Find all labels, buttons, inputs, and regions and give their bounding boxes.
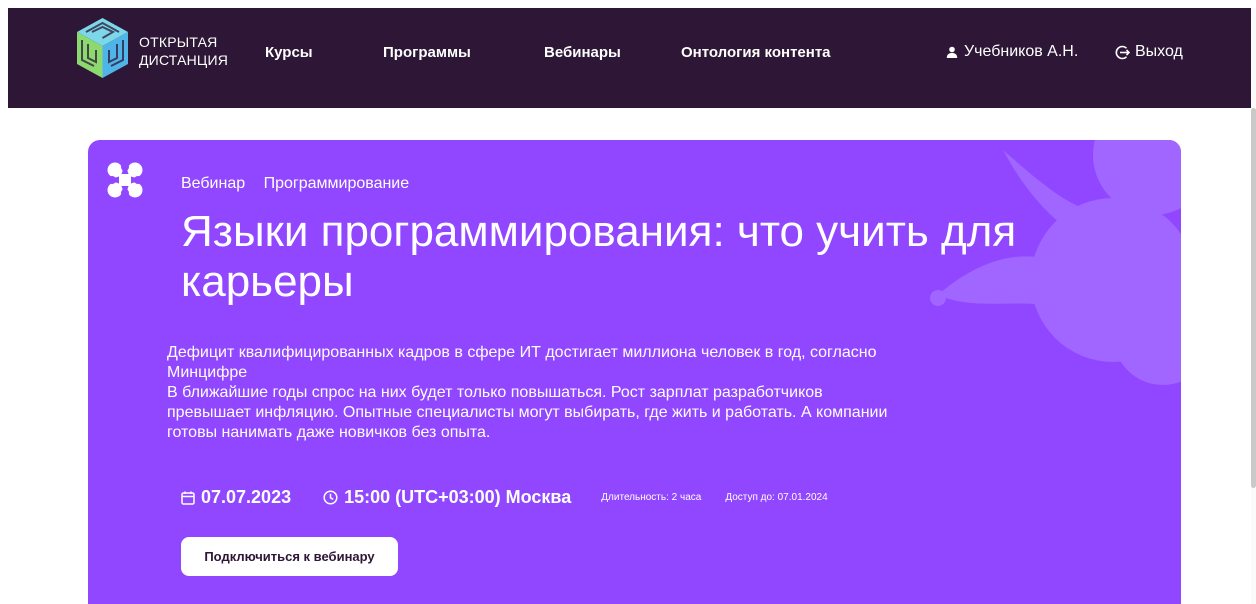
date-value: 07.07.2023 xyxy=(201,487,292,507)
webinar-time: 15:00 (UTC+03:00) Москва xyxy=(323,487,571,508)
logout-label: Выход xyxy=(1135,43,1183,60)
logo-line-1: ОТКРЫТАЯ xyxy=(139,34,218,50)
tag-category[interactable]: Программирование xyxy=(264,175,410,192)
nav-content-ontology[interactable]: Онтология контента xyxy=(681,44,831,61)
webinar-description: Дефицит квалифицированных кадров в сфере… xyxy=(167,343,907,443)
user-name: Учебников А.Н. xyxy=(964,43,1079,60)
description-paragraph-2: В ближайшие годы спрос на них будет толь… xyxy=(167,384,888,441)
webinar-molecule-icon xyxy=(107,162,143,198)
logout-icon xyxy=(1115,45,1130,59)
access-until: Доступ до: 07.01.2024 xyxy=(725,492,828,503)
clock-icon xyxy=(323,490,338,505)
scrollbar-thumb[interactable] xyxy=(1251,108,1256,488)
description-paragraph-1: Дефицит квалифицированных кадров в сфере… xyxy=(167,344,877,381)
nav-webinars[interactable]: Вебинары xyxy=(544,44,621,61)
duration: Длительность: 2 часа xyxy=(601,492,702,503)
top-header: ОТКРЫТАЯ ДИСТАНЦИЯ Курсы Программы Вебин… xyxy=(8,8,1251,108)
nav-courses[interactable]: Курсы xyxy=(265,44,313,61)
maze-cube-logo-icon[interactable] xyxy=(74,16,131,82)
logout-button[interactable]: Выход xyxy=(1115,43,1183,61)
scrollbar[interactable] xyxy=(1251,8,1256,604)
calendar-icon xyxy=(181,491,195,505)
logo-text[interactable]: ОТКРЫТАЯ ДИСТАНЦИЯ xyxy=(139,33,228,69)
connect-webinar-button[interactable]: Подключиться к вебинару xyxy=(181,537,398,576)
user-profile[interactable]: Учебников А.Н. xyxy=(946,43,1078,61)
webinar-date: 07.07.2023 xyxy=(181,487,291,508)
webinar-card: Вебинар Программирование Языки программи… xyxy=(88,140,1181,604)
user-icon xyxy=(946,46,958,58)
webinar-title: Языки программирования: что учить для ка… xyxy=(181,207,1017,306)
nav-programs[interactable]: Программы xyxy=(383,44,471,61)
logo-line-2: ДИСТАНЦИЯ xyxy=(139,52,229,68)
tag-type[interactable]: Вебинар xyxy=(181,175,245,192)
time-value: 15:00 (UTC+03:00) Москва xyxy=(344,487,572,507)
webinar-meta: 07.07.2023 15:00 (UTC+03:00) Москва Длит… xyxy=(181,487,852,508)
tags: Вебинар Программирование xyxy=(181,175,423,193)
page: ОТКРЫТАЯ ДИСТАНЦИЯ Курсы Программы Вебин… xyxy=(0,0,1256,604)
